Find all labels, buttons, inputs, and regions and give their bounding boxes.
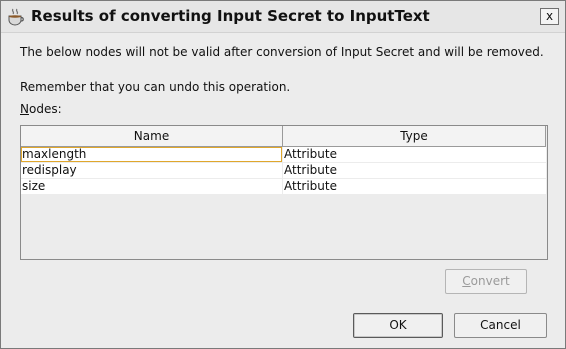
- title-bar[interactable]: Results of converting Input Secret to In…: [1, 1, 565, 33]
- table-row-type[interactable]: Attribute: [283, 147, 546, 162]
- dialog: Results of converting Input Secret to In…: [0, 0, 566, 349]
- table-row-name[interactable]: size: [21, 179, 282, 194]
- nodes-label-text: odes:: [28, 102, 62, 116]
- table-row-name[interactable]: redisplay: [21, 163, 282, 178]
- table-row-type[interactable]: Attribute: [283, 179, 546, 194]
- nodes-label: Nodes:: [20, 102, 62, 116]
- nodes-label-mnemonic: N: [20, 102, 29, 116]
- warning-message: The below nodes will not be valid after …: [20, 45, 544, 59]
- table-row-type[interactable]: Attribute: [283, 163, 546, 178]
- column-header-name[interactable]: Name: [21, 126, 283, 147]
- convert-mnemonic: C: [462, 274, 471, 288]
- convert-button[interactable]: Convert: [445, 269, 527, 294]
- coffee-cup-icon: [6, 7, 26, 27]
- undo-message: Remember that you can undo this operatio…: [20, 80, 291, 94]
- cancel-button[interactable]: Cancel: [454, 313, 547, 338]
- convert-label: onvert: [470, 274, 510, 288]
- nodes-table[interactable]: Name Type maxlength Attribute redisplay …: [20, 125, 548, 260]
- table-row-name[interactable]: maxlength: [21, 147, 282, 162]
- column-header-type[interactable]: Type: [283, 126, 546, 147]
- close-icon: x: [545, 9, 554, 23]
- close-button[interactable]: x: [540, 8, 559, 25]
- window-title: Results of converting Input Secret to In…: [31, 7, 430, 25]
- ok-button[interactable]: OK: [353, 313, 443, 338]
